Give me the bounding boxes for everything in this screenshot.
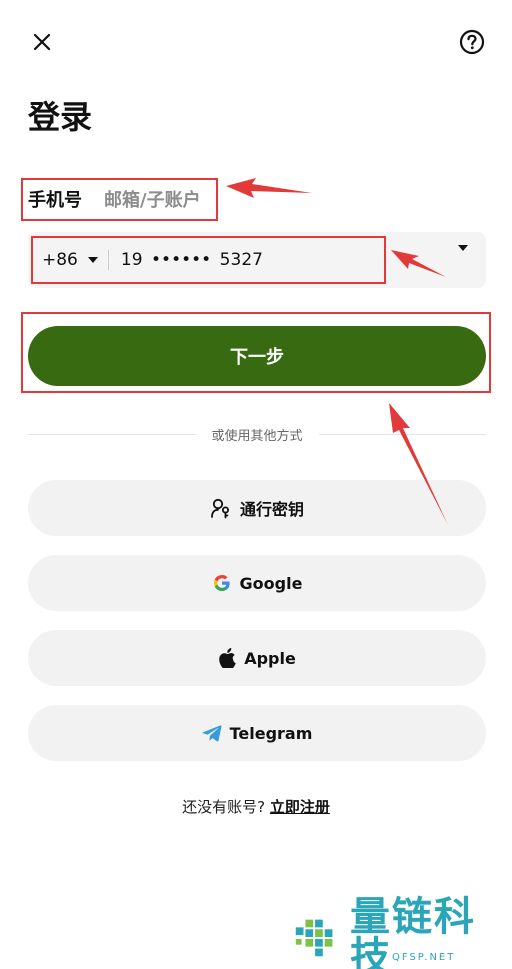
alt-login-divider: 或使用其他方式 bbox=[28, 424, 487, 444]
phone-field: +86 bbox=[28, 232, 486, 288]
telegram-login-label: Telegram bbox=[229, 723, 313, 743]
signup-link[interactable]: 立即注册 bbox=[270, 798, 330, 816]
apple-login-label: Apple bbox=[244, 648, 296, 668]
google-login-button[interactable]: Google bbox=[28, 555, 486, 611]
google-login-label: Google bbox=[239, 573, 303, 593]
signup-prompt: 还没有账号? bbox=[182, 798, 266, 816]
chevron-down-icon bbox=[458, 244, 468, 270]
divider-text: 或使用其他方式 bbox=[211, 428, 303, 444]
passkey-login-label: 通行密钥 bbox=[239, 500, 304, 519]
watermark-logo bbox=[295, 919, 333, 957]
top-bar bbox=[0, 0, 512, 84]
close-icon bbox=[33, 33, 51, 51]
signup-row: 还没有账号? 立即注册 bbox=[0, 796, 512, 817]
next-button[interactable]: 下一步 bbox=[28, 326, 486, 386]
apple-login-button[interactable]: Apple bbox=[28, 630, 486, 686]
passkey-icon bbox=[211, 498, 229, 519]
page-title: 登录 bbox=[28, 98, 93, 136]
telegram-icon bbox=[202, 725, 222, 742]
divider-line bbox=[28, 433, 196, 435]
tab-phone[interactable]: 手机号 bbox=[28, 186, 82, 212]
country-code: +86 bbox=[42, 250, 78, 270]
tab-email-subaccount[interactable]: 邮箱/子账户 bbox=[104, 186, 201, 212]
chevron-down-icon bbox=[87, 257, 98, 263]
passkey-login-button[interactable]: 通行密钥 bbox=[28, 480, 486, 536]
help-button[interactable] bbox=[458, 28, 486, 56]
apple-icon bbox=[219, 648, 236, 668]
login-method-tabs: 手机号 邮箱/子账户 bbox=[28, 186, 223, 212]
country-code-selector[interactable]: +86 bbox=[28, 232, 108, 288]
google-icon bbox=[213, 575, 230, 591]
telegram-login-button[interactable]: Telegram bbox=[28, 705, 486, 761]
saved-accounts-dropdown[interactable] bbox=[458, 244, 486, 270]
watermark-subtext: QFSP.NET bbox=[392, 952, 456, 963]
help-circle-icon bbox=[459, 29, 485, 55]
close-button[interactable] bbox=[28, 28, 56, 56]
annotation-arrow-tabs bbox=[226, 178, 312, 198]
divider-line bbox=[318, 433, 487, 435]
phone-input[interactable] bbox=[108, 232, 399, 288]
